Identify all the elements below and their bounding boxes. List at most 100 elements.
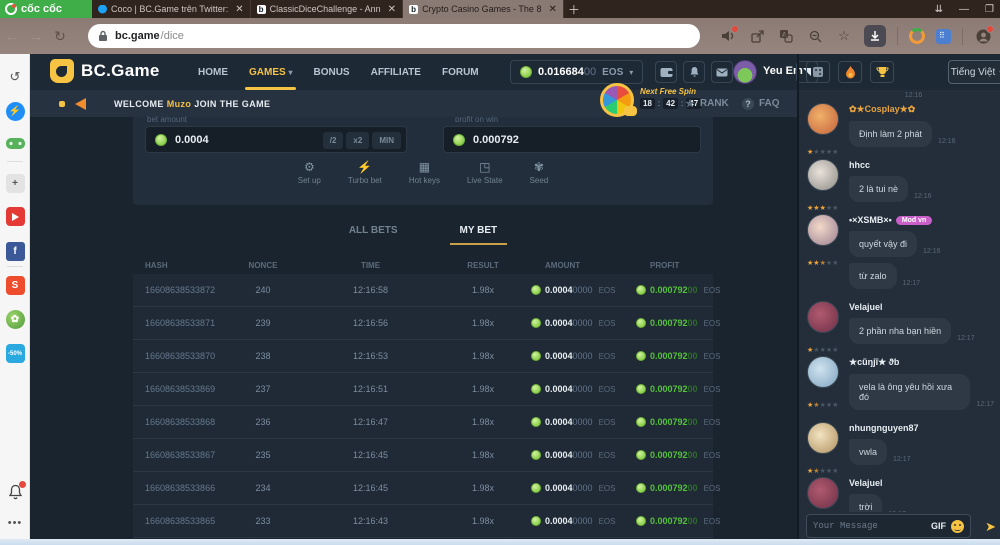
avatar[interactable] [807, 301, 839, 333]
table-row[interactable]: 16608638533871 239 12:16:56 1.98x 0.0004… [133, 307, 713, 340]
nav-affiliate[interactable]: AFFILIATE [371, 67, 421, 78]
hot-keys-button[interactable]: ▦Hot keys [409, 161, 440, 185]
history-icon[interactable]: ↺ [0, 69, 30, 85]
table-row[interactable]: 16608638533866 234 12:16:45 1.98x 0.0004… [133, 472, 713, 505]
eos-coin-icon [155, 134, 167, 146]
live-state-button[interactable]: ◳Live State [467, 161, 503, 185]
tab-all-bets[interactable]: ALL BETS [349, 225, 398, 245]
translate-icon[interactable]: A [777, 27, 795, 45]
bet-result: 1.98x [443, 384, 523, 394]
min-bet-button[interactable]: MIN [372, 132, 401, 149]
faq-link[interactable]: ?FAQ [742, 98, 780, 110]
chat-input[interactable]: Your Message GIF [806, 514, 971, 538]
bet-profit: 0.00079200 EOS [628, 351, 713, 361]
table-row[interactable]: 16608638533869 237 12:16:51 1.98x 0.0004… [133, 373, 713, 406]
avatar[interactable] [807, 103, 839, 135]
youtube-icon[interactable] [0, 207, 30, 226]
nav-bonus[interactable]: BONUS [313, 67, 349, 78]
balance-selector[interactable]: 0.01668400 EOS ▾ [510, 60, 643, 84]
bet-profit: 0.00079200 EOS [628, 483, 713, 493]
forward-icon[interactable]: → [24, 28, 48, 44]
address-bar[interactable]: bc.game/dice [88, 24, 700, 48]
leaf-app-icon[interactable]: ✿ [0, 310, 30, 329]
dice-icon-button[interactable] [806, 61, 830, 83]
extension-icon[interactable] [936, 29, 951, 44]
bet-amount-input[interactable]: 0.0004 /2 x2 MIN [145, 126, 407, 153]
chat-username[interactable]: ✿★Cosplay★✿ [849, 101, 994, 115]
trophy-button[interactable] [870, 61, 894, 83]
shopee-icon[interactable]: S [0, 276, 30, 295]
hot-fire-button[interactable] [838, 61, 862, 83]
chat-username[interactable]: ★cũŋjĩ★ ϑb [849, 354, 994, 368]
messenger-icon[interactable]: ⚡ [0, 102, 30, 121]
notifications-bell-icon[interactable] [0, 484, 30, 505]
share-icon[interactable] [748, 27, 766, 45]
facebook-icon[interactable]: f [0, 242, 30, 261]
browser-tab-active[interactable]: b Crypto Casino Games - The 8 ✕ [403, 0, 564, 18]
messages-button[interactable] [711, 61, 733, 83]
gamepad-icon[interactable] [0, 137, 30, 150]
tab-search-icon[interactable]: ⇊ [935, 4, 943, 15]
profile-icon[interactable] [974, 27, 992, 45]
more-options-icon[interactable]: ••• [0, 517, 30, 529]
close-tab-icon[interactable]: ✕ [548, 4, 556, 15]
add-shortcut-button[interactable]: + [0, 174, 30, 193]
table-row[interactable]: 16608638533865 233 12:16:43 1.98x 0.0004… [133, 505, 713, 538]
table-row[interactable]: 16608638533868 236 12:16:47 1.98x 0.0004… [133, 406, 713, 439]
avatar[interactable] [807, 422, 839, 454]
close-tab-icon[interactable]: ✕ [235, 4, 243, 15]
close-tab-icon[interactable]: ✕ [388, 4, 396, 15]
rank-link[interactable]: ★RANK [685, 97, 729, 110]
notifications-button[interactable] [683, 61, 705, 83]
browser-tab-twitter[interactable]: Coco | BC.Game trên Twitter: ✕ [92, 0, 251, 18]
coccoc-update-icon[interactable] [909, 28, 925, 44]
setup-button[interactable]: ⚙Set up [298, 161, 321, 185]
avatar[interactable] [807, 159, 839, 191]
tab-my-bet[interactable]: MY BET [460, 225, 498, 245]
bet-result: 1.98x [443, 450, 523, 460]
browser-tab-challenge[interactable]: b ClassicDiceChallenge - Ann ✕ [251, 0, 403, 18]
chat-username[interactable]: Velajuel [849, 475, 994, 488]
double-bet-button[interactable]: x2 [346, 132, 369, 149]
avatar[interactable] [807, 356, 839, 388]
bcgame-logo[interactable]: BC.Game [50, 59, 160, 83]
wallet-button[interactable] [655, 61, 677, 83]
half-bet-button[interactable]: /2 [323, 132, 344, 149]
sound-blocked-icon[interactable] [719, 27, 737, 45]
emoji-button[interactable] [951, 520, 964, 533]
zoom-out-icon[interactable] [806, 27, 824, 45]
tiki-sale-icon[interactable]: -50% [0, 344, 30, 363]
gif-button[interactable]: GIF [931, 521, 946, 531]
chat-username[interactable]: nhungnguyen87 [849, 420, 994, 433]
screen: cốc cốc Coco | BC.Game trên Twitter: ✕ b… [0, 0, 1000, 545]
table-row[interactable]: 16608638533870 238 12:16:53 1.98x 0.0004… [133, 340, 713, 373]
download-button[interactable] [864, 25, 886, 47]
game-tools: ⚙Set up ⚡Turbo bet ▦Hot keys ◳Live State… [133, 161, 713, 185]
nav-home[interactable]: HOME [198, 67, 228, 78]
avatar[interactable] [807, 214, 839, 246]
nav-games[interactable]: GAMES ▾ [249, 67, 292, 78]
spin-wheel-icon[interactable] [600, 83, 634, 117]
eos-coin-icon [531, 516, 541, 526]
turbo-bet-button[interactable]: ⚡Turbo bet [348, 161, 382, 185]
minimize-icon[interactable]: — [959, 4, 969, 15]
chat-username[interactable]: •×XSMB×•Mod vn [849, 212, 994, 225]
avatar[interactable] [807, 477, 839, 509]
table-row[interactable]: 16608638533867 235 12:16:45 1.98x 0.0004… [133, 439, 713, 472]
seed-button[interactable]: ✾Seed [530, 161, 549, 185]
chat-username[interactable]: Velajuel [849, 299, 994, 312]
send-message-icon[interactable]: ➤ [985, 519, 996, 535]
language-selector[interactable]: Tiếng Việt▾ [948, 60, 1000, 84]
chat-username[interactable]: hhcc [849, 157, 994, 170]
chat-message-list[interactable]: 12:16 ✿★Cosplay★✿ ★★★★★ Định làm 2 phát1… [799, 90, 1000, 512]
maximize-icon[interactable]: ❐ [985, 4, 994, 15]
reload-icon[interactable]: ↻ [48, 28, 72, 45]
bookmark-star-icon[interactable]: ☆ [835, 27, 853, 45]
table-row[interactable]: 16608638533872 240 12:16:58 1.98x 0.0004… [133, 274, 713, 307]
eos-coin-icon [531, 483, 541, 493]
back-icon[interactable]: ← [0, 28, 24, 44]
user-avatar[interactable] [733, 60, 757, 84]
nav-forum[interactable]: FORUM [442, 67, 479, 78]
profit-input[interactable]: 0.000792 [443, 126, 701, 153]
new-tab-button[interactable]: ＋ [564, 0, 584, 18]
